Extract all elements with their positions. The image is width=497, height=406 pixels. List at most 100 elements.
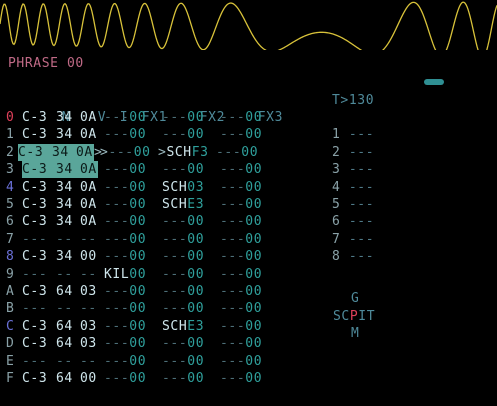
volume-cell[interactable]: 64 xyxy=(56,370,80,387)
instrument-cell[interactable]: 0A xyxy=(80,126,104,143)
note-cell[interactable]: C-3 xyxy=(22,213,56,230)
fx2-cell[interactable]: ---00 xyxy=(162,353,220,370)
tempo-label[interactable]: T>130 xyxy=(332,92,374,109)
scroll-indicator[interactable] xyxy=(424,79,444,85)
note-cell[interactable]: --- xyxy=(22,300,56,317)
table-slot-value[interactable]: --- xyxy=(349,232,374,247)
phrase-row[interactable]: D C-3 64 03 ---00 ---00 ---00 xyxy=(6,335,278,352)
note-cell[interactable]: C-3 xyxy=(22,283,56,300)
volume-cell[interactable]: 34 xyxy=(56,109,80,126)
table-slot[interactable]: 3 --- xyxy=(332,161,374,178)
fx2-cell[interactable]: ---00 xyxy=(162,335,220,352)
volume-cell[interactable]: 34 xyxy=(56,161,80,179)
fx2-cell[interactable]: SCHE3 xyxy=(162,196,220,213)
table-slot[interactable]: 1 --- xyxy=(332,126,374,143)
fx1-cell[interactable]: ---00 xyxy=(104,353,162,370)
fx1-cell[interactable]: ---00 xyxy=(104,370,162,387)
fx1-cell[interactable]: ---00 xyxy=(104,318,162,335)
table-slot[interactable]: 5 --- xyxy=(332,196,374,213)
volume-cell[interactable]: 64 xyxy=(56,318,80,335)
fx3-cell[interactable]: ---00 xyxy=(220,248,278,265)
instrument-cell[interactable]: 0A xyxy=(80,196,104,213)
fx1-cell[interactable]: ---00 xyxy=(104,196,162,213)
instrument-cell[interactable]: 0A xyxy=(80,213,104,230)
phrase-row[interactable]: 8 C-3 34 00 ---00 ---00 ---00 xyxy=(6,248,278,265)
table-slot-value[interactable]: --- xyxy=(349,197,374,212)
volume-cell[interactable]: 64 xyxy=(56,283,80,300)
volume-cell[interactable]: -- xyxy=(56,231,80,248)
note-cell[interactable]: C-3 xyxy=(22,109,56,126)
note-cell[interactable]: --- xyxy=(22,353,56,370)
phrase-row[interactable]: 1 C-3 34 0A ---00 ---00 ---00 xyxy=(6,126,278,143)
instrument-cell[interactable]: 00 xyxy=(80,370,104,387)
fx2-cell[interactable]: ---00 xyxy=(162,161,220,178)
fx2-cell[interactable]: SCH03 xyxy=(162,179,220,196)
fx2-cell[interactable]: ---00 xyxy=(162,283,220,300)
instrument-cell[interactable]: -- xyxy=(80,266,104,283)
volume-cell[interactable]: 34 xyxy=(56,248,80,265)
table-slot-value[interactable]: --- xyxy=(349,214,374,229)
phrase-row[interactable]: 2 C-3 34 0A>>---00 >SCHF3 ---00 xyxy=(6,143,274,161)
fx2-cell[interactable]: SCHE3 xyxy=(162,318,220,335)
volume-cell[interactable]: 34 xyxy=(56,196,80,213)
fx3-cell[interactable]: ---00 xyxy=(220,335,278,352)
volume-cell[interactable]: -- xyxy=(56,266,80,283)
fx3-cell[interactable]: ---00 xyxy=(220,161,278,178)
phrase-row[interactable]: 9 --- -- -- KIL00 ---00 ---00 xyxy=(6,266,278,283)
fx3-cell[interactable]: ---00 xyxy=(220,318,278,335)
instrument-cell[interactable]: 00 xyxy=(80,248,104,265)
table-slot-value[interactable]: --- xyxy=(349,127,374,142)
fx3-cell[interactable]: ---00 xyxy=(220,370,278,387)
table-slot[interactable]: 4 --- xyxy=(332,179,374,196)
fx3-cell[interactable]: ---00 xyxy=(220,213,278,230)
note-cell[interactable]: C-3 xyxy=(22,196,56,213)
fx3-cell[interactable]: ---00 xyxy=(220,179,278,196)
phrase-row[interactable]: E --- -- -- ---00 ---00 ---00 xyxy=(6,353,278,370)
fx2-cell[interactable]: ---00 xyxy=(162,126,220,143)
phrase-row[interactable]: 3 C-3 34 0A ---00 ---00 ---00 xyxy=(6,161,278,179)
instrument-cell[interactable]: 0A xyxy=(80,109,104,126)
fx1-cell[interactable]: ---00 xyxy=(104,179,162,196)
note-cell[interactable]: C-3 xyxy=(22,370,56,387)
phrase-row[interactable]: F C-3 64 00 ---00 ---00 ---00 xyxy=(6,370,278,387)
table-slot-value[interactable]: --- xyxy=(349,145,374,160)
fx3-cell[interactable]: ---00 xyxy=(220,231,278,248)
table-slot[interactable]: 2 --- xyxy=(332,144,374,161)
instrument-cell[interactable]: -- xyxy=(80,231,104,248)
volume-cell[interactable]: 34 xyxy=(52,143,76,161)
phrase-row[interactable]: 0 C-3 34 0A ---00 ---00 ---00 xyxy=(6,109,278,126)
note-cell[interactable]: C-3 xyxy=(22,335,56,352)
phrase-row[interactable]: 5 C-3 34 0A ---00 SCHE3 ---00 xyxy=(6,196,278,213)
fx3-cell[interactable]: ---00 xyxy=(220,266,278,283)
phrase-row[interactable]: 4 C-3 34 0A ---00 SCH03 ---00 xyxy=(6,179,278,196)
fx3-cell[interactable]: ---00 xyxy=(220,196,278,213)
fx2-cell[interactable]: ---00 xyxy=(162,266,220,283)
note-cell[interactable]: C-3 xyxy=(22,179,56,196)
phrase-row[interactable]: C C-3 64 03 ---00 SCHE3 ---00 xyxy=(6,318,278,335)
fx3-cell[interactable]: ---00 xyxy=(216,144,274,161)
instrument-cell[interactable]: 0A xyxy=(80,161,98,179)
note-cell[interactable]: C-3 xyxy=(22,126,56,143)
volume-cell[interactable]: 34 xyxy=(56,179,80,196)
fx1-cell[interactable]: ---00 xyxy=(104,161,162,178)
fx2-cell[interactable]: ---00 xyxy=(162,370,220,387)
phrase-row[interactable]: A C-3 64 03 ---00 ---00 ---00 xyxy=(6,283,278,300)
volume-cell[interactable]: -- xyxy=(56,300,80,317)
instrument-cell[interactable]: 03 xyxy=(80,335,104,352)
fx1-cell[interactable]: ---00 xyxy=(104,335,162,352)
phrase-row[interactable]: 6 C-3 34 0A ---00 ---00 ---00 xyxy=(6,213,278,230)
volume-cell[interactable]: -- xyxy=(56,353,80,370)
note-cell[interactable]: C-3 xyxy=(22,161,56,179)
table-slot-value[interactable]: --- xyxy=(349,162,374,177)
table-slot[interactable]: 8 --- xyxy=(332,248,374,265)
fx1-cell[interactable]: ---00 xyxy=(104,109,162,126)
note-cell[interactable]: C-3 xyxy=(22,248,56,265)
volume-cell[interactable]: 64 xyxy=(56,335,80,352)
volume-cell[interactable]: 34 xyxy=(56,213,80,230)
fx1-cell[interactable]: ---00 xyxy=(104,248,162,265)
fx1-cell[interactable]: ---00 xyxy=(104,300,162,317)
fx2-cell[interactable]: ---00 xyxy=(162,248,220,265)
fx2-cell[interactable]: >SCHF3 xyxy=(158,144,216,161)
fx3-cell[interactable]: ---00 xyxy=(220,283,278,300)
fx1-cell[interactable]: ---00 xyxy=(104,283,162,300)
